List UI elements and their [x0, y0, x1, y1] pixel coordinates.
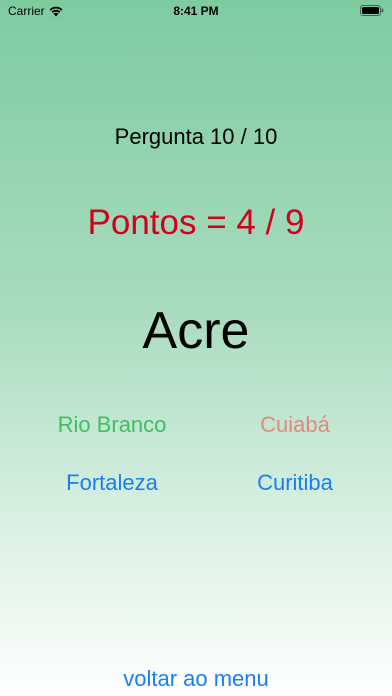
back-to-menu-button[interactable]: voltar ao menu: [0, 666, 392, 692]
score-label: Pontos = 4 / 9: [87, 203, 305, 242]
question-counter: Pergunta 10 / 10: [114, 124, 278, 149]
answer-option-1[interactable]: Rio Branco: [22, 412, 202, 438]
status-bar: Carrier 8:41 PM: [0, 0, 392, 22]
answer-option-2[interactable]: Cuiabá: [205, 412, 385, 438]
state-name: Acre: [142, 302, 250, 360]
answer-option-3[interactable]: Fortaleza: [22, 470, 202, 496]
battery-icon: [360, 5, 384, 16]
status-time: 8:41 PM: [173, 4, 219, 18]
answer-option-4[interactable]: Curitiba: [205, 470, 385, 496]
